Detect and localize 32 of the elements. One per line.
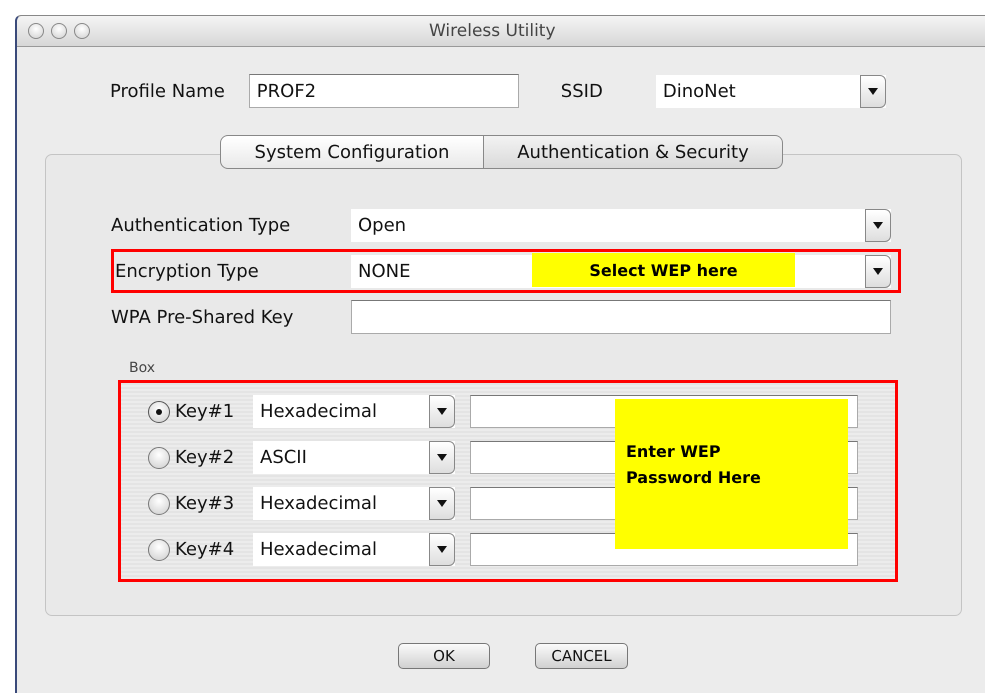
callout-tooltip: Select WEP here bbox=[532, 253, 795, 287]
profile-name-field[interactable]: PROF2 bbox=[248, 74, 519, 108]
radio-button[interactable] bbox=[148, 400, 170, 422]
window-title: Wireless Utility bbox=[429, 21, 556, 41]
zoom-icon[interactable] bbox=[74, 23, 90, 39]
key-format-dropdown[interactable]: Hexadecimal bbox=[253, 395, 455, 428]
setting-label: Encryption Type bbox=[115, 260, 260, 282]
radio-button[interactable] bbox=[148, 446, 170, 468]
radio-button[interactable] bbox=[148, 538, 170, 560]
ssid-label: SSID bbox=[560, 80, 603, 102]
key-label: Key#1 bbox=[175, 401, 236, 422]
radio-button[interactable] bbox=[148, 492, 170, 514]
tab[interactable]: System Configuration bbox=[220, 135, 484, 169]
profile-name-label: Profile Name bbox=[110, 80, 225, 102]
setting-label: Authentication Type bbox=[111, 214, 292, 236]
key-input-field[interactable] bbox=[351, 300, 891, 334]
key-format-dropdown[interactable]: Hexadecimal bbox=[253, 533, 455, 566]
key-label: Key#2 bbox=[175, 447, 236, 468]
tab[interactable]: Authentication & Security bbox=[484, 135, 783, 169]
key-label: Key#4 bbox=[175, 539, 236, 560]
group-title: Box bbox=[129, 360, 156, 376]
close-icon[interactable] bbox=[28, 23, 44, 39]
key-label: Key#3 bbox=[175, 493, 236, 514]
setting-label: WPA Pre-Shared Key bbox=[111, 306, 294, 328]
ssid-dropdown[interactable]: DinoNet bbox=[656, 74, 886, 108]
key-format-dropdown[interactable]: ASCII bbox=[253, 441, 455, 474]
dialog-button[interactable]: CANCEL bbox=[535, 643, 628, 669]
setting-dropdown[interactable]: Open bbox=[351, 208, 891, 242]
dialog-button[interactable]: OK bbox=[398, 643, 490, 669]
key-format-dropdown[interactable]: Hexadecimal bbox=[253, 487, 455, 520]
minimize-icon[interactable] bbox=[51, 23, 67, 39]
callout-tooltip: Enter WEP Password Here bbox=[615, 399, 848, 549]
